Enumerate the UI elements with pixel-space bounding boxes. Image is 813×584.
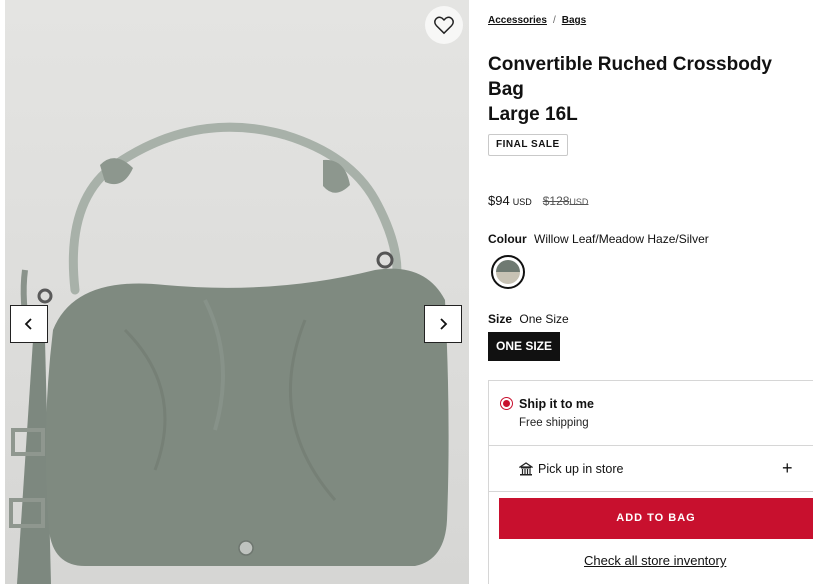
product-image: [9, 122, 449, 584]
size-row: Size One Size: [488, 312, 569, 326]
check-store-inventory-link[interactable]: Check all store inventory: [584, 553, 726, 568]
original-price-currency: USD: [569, 197, 589, 207]
chevron-right-icon: [440, 318, 448, 330]
product-gallery: [5, 0, 469, 584]
product-details: Accessories / Bags Convertible Ruched Cr…: [488, 0, 813, 584]
product-title-line: Bag: [488, 79, 524, 100]
sale-price: $94: [488, 193, 510, 208]
original-price-value: $128: [542, 194, 570, 208]
ship-title: Ship it to me: [519, 397, 594, 411]
store-icon: [519, 462, 533, 476]
breadcrumb-separator: /: [552, 15, 556, 26]
ship-subtitle: Free shipping: [519, 417, 589, 429]
colour-value: Willow Leaf/Meadow Haze/Silver: [534, 232, 709, 246]
ship-radio[interactable]: [500, 397, 513, 410]
colour-label: Colour: [488, 232, 527, 246]
final-sale-badge: FINAL SALE: [488, 134, 568, 156]
breadcrumb-bags[interactable]: Bags: [562, 15, 586, 26]
ship-it-to-me-option[interactable]: Ship it to me Free shipping: [489, 381, 813, 446]
size-label: Size: [488, 312, 513, 326]
add-to-bag-button[interactable]: ADD TO BAG: [499, 498, 813, 539]
swatch-top: [496, 260, 520, 272]
pickup-label: Pick up in store: [538, 462, 624, 476]
swatch-bottom: [496, 272, 520, 284]
breadcrumb-accessories[interactable]: Accessories: [488, 15, 547, 26]
colour-swatch[interactable]: [491, 255, 525, 289]
pick-up-in-store-option[interactable]: Pick up in store +: [489, 446, 813, 492]
gallery-prev-button[interactable]: [10, 305, 48, 343]
radio-selected-dot: [503, 400, 510, 407]
sale-price-currency: USD: [512, 197, 532, 207]
breadcrumb: Accessories / Bags: [488, 15, 586, 26]
colour-row: Colour Willow Leaf/Meadow Haze/Silver: [488, 232, 709, 246]
plus-icon[interactable]: +: [782, 459, 793, 477]
size-value: One Size: [519, 312, 569, 326]
wishlist-button[interactable]: [425, 6, 463, 44]
product-title: Convertible Ruched Crossbody Bag Large 1…: [488, 52, 803, 127]
product-title-line: Convertible Ruched Crossbody: [488, 54, 772, 75]
price-row: $94 USD $128USD: [488, 193, 588, 208]
colour-swatch-fill: [496, 260, 520, 284]
original-price: $128USD: [543, 194, 589, 208]
size-one-size-button[interactable]: ONE SIZE: [488, 332, 561, 361]
chevron-left-icon: [24, 318, 32, 330]
gallery-next-button[interactable]: [424, 305, 462, 343]
heart-outline-icon: [434, 16, 454, 35]
product-title-line: Large 16L: [488, 104, 578, 125]
